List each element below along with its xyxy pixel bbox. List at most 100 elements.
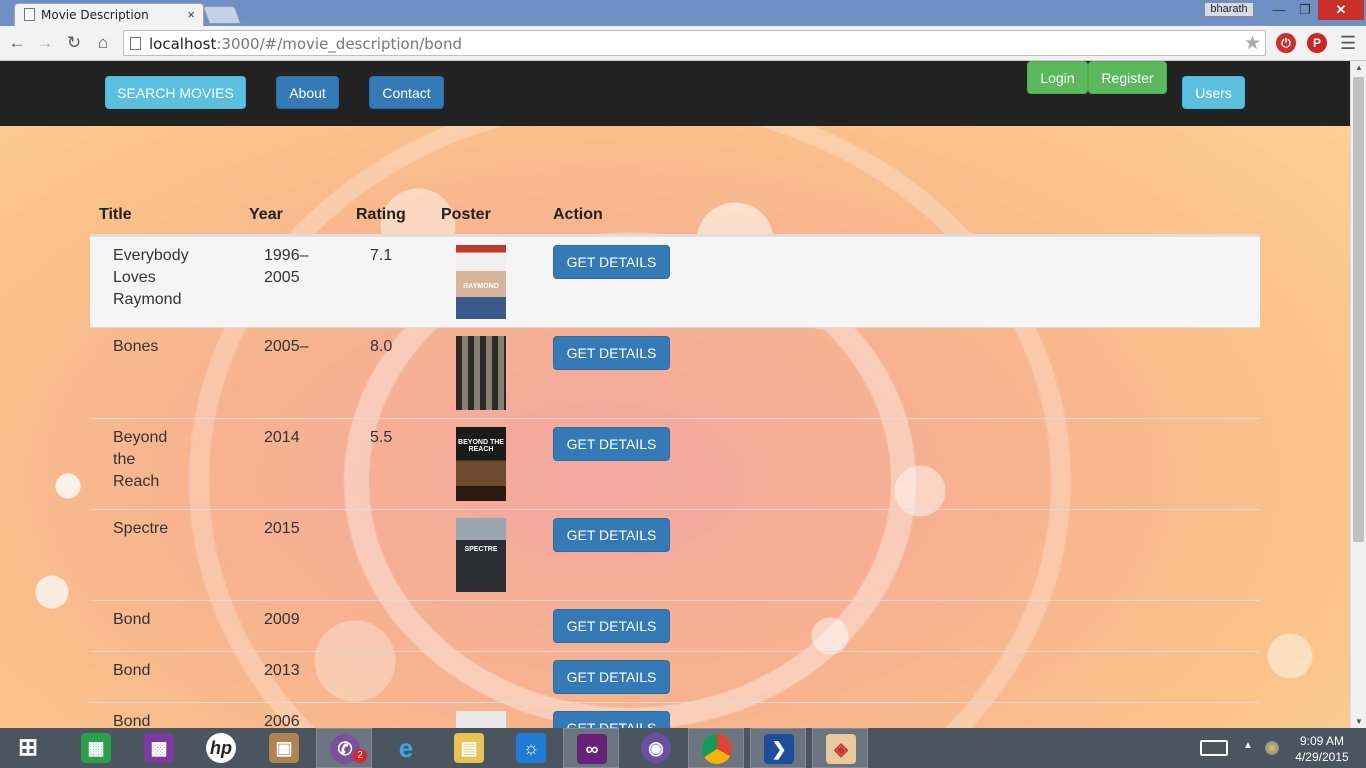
search-movies-button[interactable]: SEARCH MOVIES [105,76,246,109]
get-details-button[interactable]: GET DETAILS [553,609,670,643]
taskbar-github[interactable]: ◉ [628,728,684,768]
remote-desktop-icon: ▩ [144,733,174,763]
login-button[interactable]: Login [1027,61,1088,94]
windows-logo-icon: ⊞ [17,734,39,761]
about-button[interactable]: About [276,76,339,109]
page-icon [24,8,35,21]
sun-icon: ☼ [516,733,546,763]
page-scrollbar[interactable]: ▲ ▼ [1350,61,1366,728]
page-icon [130,37,141,50]
movie-title: Beyond the Reach [113,429,168,490]
keyboard-icon[interactable] [1200,740,1228,756]
movie-poster [456,336,506,410]
column-header-poster: Poster [441,206,491,223]
windows-taskbar: ⊞ ▦ ▩ hp ▣ ✆ 2 e ▤ ☼ ∞ ◉ ❯ ◈ ▲ 9:09 AM 4/… [0,728,1366,768]
taskbar-explorer[interactable]: ▤ [441,728,497,768]
taskbar-paint[interactable]: ◈ [812,728,868,768]
url-path: :3000/#/movie_description/bond [216,35,462,53]
profile-badge[interactable]: bharath [1204,2,1254,17]
column-header-rating: Rating [356,206,406,223]
column-header-action: Action [553,206,603,223]
paint-icon: ◈ [826,734,856,764]
register-button[interactable]: Register [1088,61,1167,94]
movie-poster [456,711,506,728]
tab-title: Movie Description [41,8,149,22]
internet-explorer-icon: e [398,733,414,763]
movie-year: 2005– [264,338,309,355]
taskbar-remote[interactable]: ▩ [131,728,187,768]
table-row: Everybody Loves Raymond 1996–2005 7.1 RA… [90,236,1260,327]
movie-year: 2014 [264,429,300,446]
movie-title: Spectre [113,520,169,537]
power-extension-icon[interactable]: ⏻ [1276,33,1296,53]
tray-expand-icon[interactable]: ▲ [1243,740,1253,751]
contact-button[interactable]: Contact [369,76,444,109]
movie-year: 2009 [264,611,300,628]
minimize-icon[interactable]: — [1266,0,1292,20]
notification-badge: 2 [353,749,367,763]
taskbar-ie[interactable]: e [378,728,434,768]
browser-tab-bar: Movie Description × bharath — ❐ ✕ [0,0,1366,26]
table-row: Bones 2005– 8.0 GET DETAILS [90,327,1260,418]
photos-icon: ▣ [269,733,299,763]
table-row: Beyond the Reach 2014 5.5 BEYOND THE REA… [90,418,1260,509]
taskbar-hp[interactable]: hp [193,728,249,768]
scroll-down-icon[interactable]: ▼ [1355,717,1363,726]
taskbar-store[interactable]: ▦ [68,728,124,768]
browser-tab-active[interactable]: Movie Description × [14,3,204,26]
get-details-button[interactable]: GET DETAILS [553,518,670,552]
movie-title: Everybody Loves Raymond [113,247,189,308]
taskbar-settings[interactable]: ☼ [503,728,559,768]
close-window-icon[interactable]: ✕ [1318,0,1364,20]
taskbar-viber[interactable]: ✆ 2 [316,728,372,768]
table-row: Bond 2013 GET DETAILS [90,651,1260,702]
get-details-button[interactable]: GET DETAILS [553,711,670,728]
browser-toolbar: ← → ↻ ⌂ localhost:3000/#/movie_descripti… [0,26,1366,61]
taskbar-powershell[interactable]: ❯ [750,728,806,768]
table-row: Bond 2006 GET DETAILS [90,702,1260,728]
file-explorer-icon: ▤ [454,733,484,763]
movie-title: Bond [113,611,151,628]
movie-title: Bond [113,662,151,679]
network-icon[interactable] [1265,741,1279,755]
home-icon[interactable]: ⌂ [91,31,115,55]
chrome-icon [702,734,732,764]
movie-poster: RAYMOND [456,245,506,319]
address-bar[interactable]: localhost:3000/#/movie_description/bond … [123,30,1266,56]
poster-caption: BEYOND THE REACH [458,439,504,453]
hp-icon: hp [206,733,236,763]
back-arrow-icon[interactable]: ← [5,31,29,55]
movie-year: 2015 [264,520,300,537]
movie-poster: BEYOND THE REACH [456,427,506,501]
clock-time[interactable]: 9:09 AM [1290,734,1354,748]
table-row: Bond 2009 GET DETAILS [90,600,1260,651]
bookmark-star-icon[interactable]: ★ [1244,32,1261,55]
taskbar-photos[interactable]: ▣ [256,728,312,768]
movie-title: Bones [113,338,159,355]
url-text[interactable]: localhost:3000/#/movie_description/bond [149,35,462,53]
movie-year: 2013 [264,662,300,679]
get-details-button[interactable]: GET DETAILS [553,660,670,694]
tab-close-icon[interactable]: × [187,7,195,22]
start-button[interactable]: ⊞ [0,728,52,768]
clock-date[interactable]: 4/29/2015 [1290,750,1354,764]
restore-icon[interactable]: ❐ [1292,0,1318,20]
menu-icon[interactable]: ☰ [1340,33,1356,54]
powershell-icon: ❯ [764,734,794,764]
get-details-button[interactable]: GET DETAILS [553,427,670,461]
get-details-button[interactable]: GET DETAILS [553,336,670,370]
get-details-button[interactable]: GET DETAILS [553,245,670,279]
page-viewport: SEARCH MOVIES About Contact Login Regist… [0,61,1350,728]
taskbar-visual-studio[interactable]: ∞ [563,728,619,768]
scroll-thumb[interactable] [1353,77,1364,542]
visual-studio-icon: ∞ [577,734,607,764]
forward-arrow-icon[interactable]: → [33,31,57,55]
users-button[interactable]: Users [1182,76,1245,109]
column-header-title: Title [99,206,132,223]
pinterest-icon[interactable]: P [1307,33,1327,53]
reload-icon[interactable]: ↻ [62,31,86,55]
poster-caption: RAYMOND [463,283,499,290]
scroll-up-icon[interactable]: ▲ [1355,63,1363,72]
taskbar-chrome[interactable] [688,728,744,768]
new-tab-button[interactable] [202,6,242,24]
